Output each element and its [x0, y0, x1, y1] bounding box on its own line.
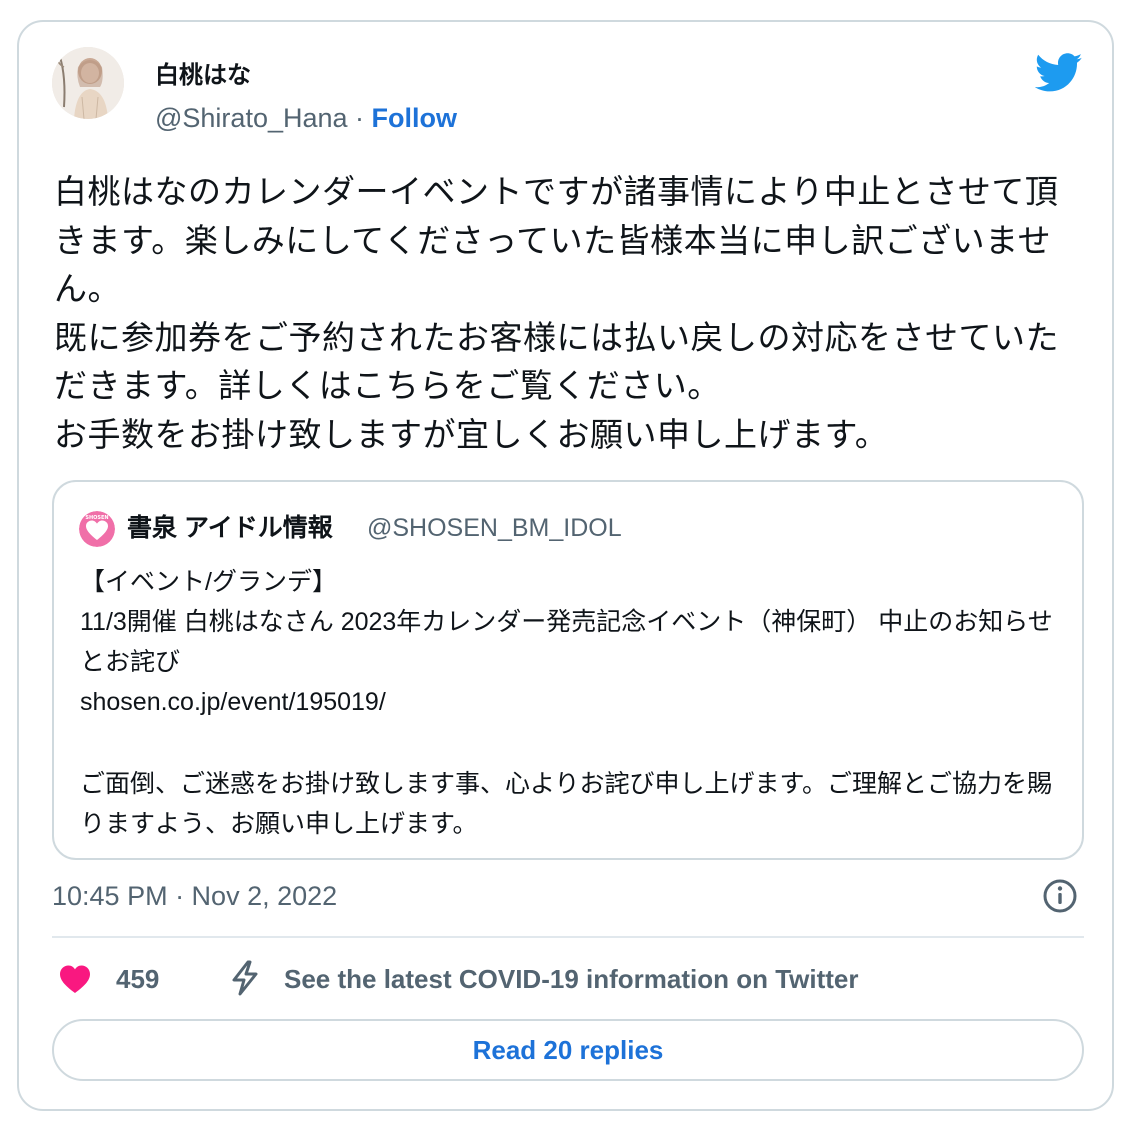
read-replies-button[interactable]: Read 20 replies [52, 1019, 1084, 1081]
tweet-line: 白桃はなのカレンダーイベントですが諸事情により中止とさせて頂きます。楽しみにして… [54, 173, 1059, 307]
quote-text: 【イベント/グランデ】 11/3開催 白桃はなさん 2023年カレンダー発売記念… [80, 562, 1055, 844]
quote-line: ご面倒、ご迷惑をお掛け致します事、心よりお詫び申し上げます。ご理解とご協力を賜り… [80, 770, 1053, 838]
author-display-name[interactable]: 白桃はな [155, 61, 251, 91]
tweet-timestamp[interactable]: 10:45 PM · Nov 2, 2022 [52, 878, 337, 914]
heart-icon[interactable] [58, 963, 92, 995]
quote-avatar-text: SHOSEN [85, 515, 108, 521]
quote-link[interactable]: shosen.co.jp/event/195019/ [80, 682, 1055, 722]
quote-line: 【イベント/グランデ】 [80, 568, 337, 596]
author-handle-row: @Shirato_Hana · Follow [155, 101, 457, 135]
divider [52, 936, 1084, 938]
like-count[interactable]: 459 [116, 962, 159, 996]
follow-button[interactable]: Follow [372, 103, 457, 133]
quote-line: 11/3開催 白桃はなさん 2023年カレンダー発売記念イベント（神保町） 中止… [80, 608, 1053, 676]
author-handle[interactable]: @Shirato_Hana [155, 103, 348, 133]
info-icon[interactable] [1042, 878, 1078, 914]
heart-logo-icon: SHOSEN [79, 511, 115, 547]
quoted-tweet[interactable]: SHOSEN 書泉 アイドル情報 @SHOSEN_BM_IDOL 【イベント/グ… [52, 480, 1084, 860]
tweet-line: お手数をお掛け致しますが宜しくお願い申し上げます。 [54, 415, 889, 453]
action-bar: 459 See the latest COVID-19 information … [52, 957, 1084, 1001]
tweet-line: 既に参加券をご予約されたお客様には払い戻しの対応をさせていただきます。詳しくはこ… [54, 318, 1059, 405]
tweet-card: 白桃はな @Shirato_Hana · Follow 白桃はなのカレンダーイベ… [17, 20, 1114, 1111]
twitter-bird-icon[interactable] [1035, 53, 1083, 93]
handle-separator: · [347, 103, 372, 133]
quote-author-name: 書泉 アイドル情報 [127, 514, 333, 542]
covid-info-link[interactable]: See the latest COVID-19 information on T… [284, 962, 859, 996]
lightning-bolt-icon[interactable] [228, 959, 262, 997]
quote-blank-line [80, 722, 1055, 764]
profile-photo-icon [52, 47, 124, 119]
quote-avatar: SHOSEN [79, 511, 115, 547]
author-avatar[interactable] [52, 47, 124, 119]
tweet-text: 白桃はなのカレンダーイベントですが諸事情により中止とさせて頂きます。楽しみにして… [54, 168, 1064, 459]
quote-author-handle: @SHOSEN_BM_IDOL [367, 514, 622, 542]
